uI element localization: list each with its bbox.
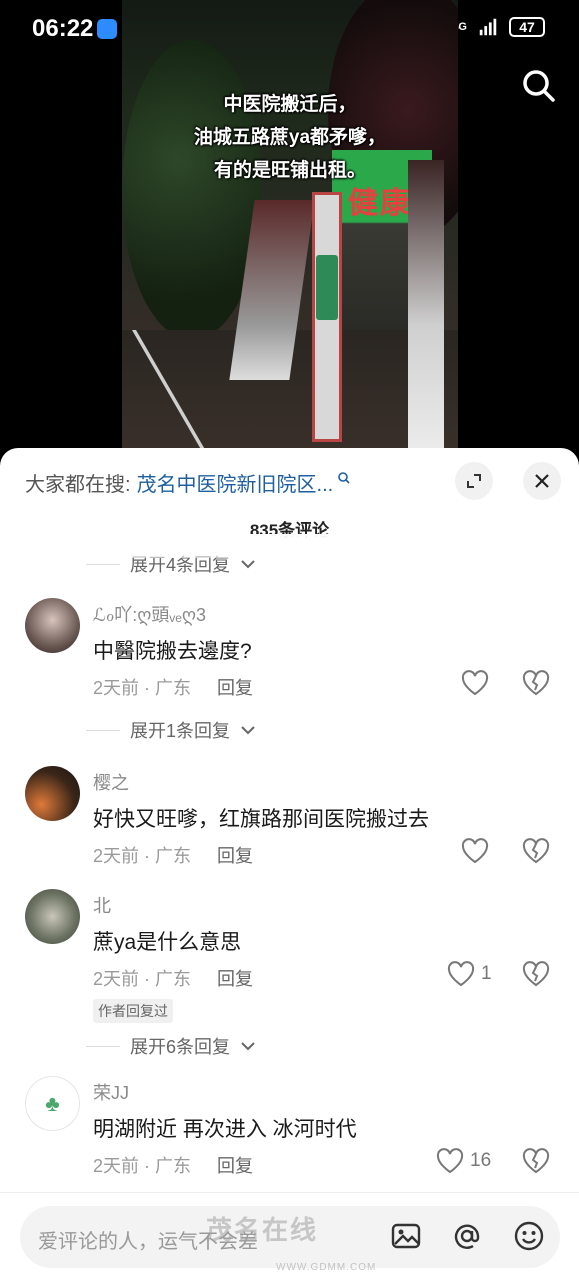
- comment-time: 2天前 · 广东: [93, 846, 192, 866]
- hot-search-label: 大家都在搜:: [25, 474, 131, 496]
- expand-replies-label: 展开6条回复: [130, 1037, 231, 1057]
- divider: [86, 563, 120, 565]
- like-button[interactable]: 1: [447, 961, 492, 987]
- expand-icon: [467, 474, 481, 488]
- comment-author[interactable]: 荣JJ: [93, 1079, 129, 1105]
- heart-icon: [447, 961, 475, 987]
- heart-icon: [461, 838, 489, 864]
- author-replied-badge: 作者回复过: [93, 999, 173, 1023]
- caption-line: 油城五路蔗ya都矛嗲，: [193, 127, 387, 148]
- comment-author[interactable]: 樱之: [93, 769, 129, 795]
- comment-author[interactable]: ℒℴ吖:ღ頭ᵥₑღ3: [93, 601, 206, 627]
- close-icon: [535, 474, 549, 488]
- comment-meta: 2天前 · 广东 回复: [93, 674, 253, 700]
- avatar[interactable]: [25, 598, 80, 653]
- search-icon: [338, 471, 350, 484]
- comment-time: 2天前 · 广东: [93, 969, 192, 989]
- sheet-header: 大家都在搜: 茂名中医院新旧院区...: [0, 448, 579, 518]
- hot-search-bar[interactable]: 大家都在搜: 茂名中医院新旧院区...: [25, 468, 351, 497]
- search-icon[interactable]: [519, 66, 559, 106]
- image-icon[interactable]: [390, 1220, 422, 1252]
- reply-button[interactable]: 回复: [217, 965, 253, 991]
- heart-icon: [461, 670, 489, 696]
- close-button[interactable]: [523, 462, 561, 500]
- avatar[interactable]: [25, 766, 80, 821]
- hot-search-term[interactable]: 茂名中医院新旧院区...: [137, 468, 334, 497]
- comment-author[interactable]: 北: [93, 892, 111, 918]
- dislike-icon[interactable]: [522, 670, 550, 696]
- video-player[interactable]: 健康 中医院搬迁后， 油城五路蔗ya都矛嗲， 有的是旺铺出租。: [122, 0, 458, 460]
- chevron-down-icon: [241, 726, 255, 735]
- video-caption: 中医院搬迁后， 油城五路蔗ya都矛嗲， 有的是旺铺出租。: [122, 88, 458, 187]
- dinosaur-icon: ♣: [45, 1090, 60, 1116]
- expand-sheet-button[interactable]: [455, 462, 493, 500]
- divider: [86, 1045, 120, 1047]
- expand-replies-button[interactable]: 展开1条回复: [86, 717, 256, 743]
- avatar[interactable]: ♣: [25, 1076, 80, 1131]
- comment-meta: 2天前 · 广东 回复: [93, 965, 253, 991]
- comment-text[interactable]: 中醫院搬去邊度?: [93, 635, 252, 665]
- comment-meta: 2天前 · 广东 回复: [93, 1152, 253, 1178]
- mention-icon[interactable]: [451, 1220, 483, 1252]
- dislike-icon[interactable]: [522, 1148, 550, 1174]
- heart-icon: [436, 1148, 464, 1174]
- scroll-fade: [0, 534, 579, 558]
- comment-time: 2天前 · 广东: [93, 678, 192, 698]
- reply-button[interactable]: 回复: [217, 674, 253, 700]
- like-button[interactable]: 16: [436, 1148, 491, 1174]
- reply-button[interactable]: 回复: [217, 842, 253, 868]
- comment-text[interactable]: 好快又旺嗲，红旗路那间医院搬过去: [93, 803, 429, 833]
- comment-time: 2天前 · 广东: [93, 1156, 192, 1176]
- avatar[interactable]: [25, 889, 80, 944]
- like-button[interactable]: [461, 670, 495, 696]
- divider: [86, 729, 120, 731]
- signal-icon-2: [479, 18, 497, 36]
- expand-replies-button[interactable]: 展开6条回复: [86, 1033, 256, 1059]
- dislike-icon[interactable]: [522, 838, 550, 864]
- like-button[interactable]: [461, 838, 495, 864]
- video-street-sign-panel: [316, 255, 338, 320]
- caption-line: 有的是旺铺出租。: [213, 160, 366, 181]
- video-trunk-right: [408, 160, 444, 460]
- dislike-icon[interactable]: [522, 961, 550, 987]
- battery-indicator: 47: [509, 17, 545, 37]
- status-time: 06:22: [32, 15, 94, 42]
- chevron-down-icon: [241, 560, 255, 569]
- comments-sheet: 大家都在搜: 茂名中医院新旧院区... 835条评论 展开4条回复 ℒℴ吖:ღ頭…: [0, 448, 579, 1280]
- expand-replies-label: 展开1条回复: [130, 721, 231, 741]
- divider: [0, 1192, 579, 1193]
- like-count: 16: [470, 1150, 492, 1171]
- like-count: 1: [481, 963, 492, 984]
- chevron-down-icon: [241, 1042, 255, 1051]
- emoji-icon[interactable]: [513, 1220, 545, 1252]
- message-app-icon: [97, 18, 117, 39]
- caption-line: 中医院搬迁后，: [223, 94, 357, 115]
- watermark-url: WWW.GDMM.COM: [276, 1262, 377, 1273]
- comment-meta: 2天前 · 广东 回复: [93, 842, 253, 868]
- reply-button[interactable]: 回复: [217, 1152, 253, 1178]
- watermark-logo: 茂名在线: [206, 1215, 319, 1245]
- comment-text[interactable]: 蔗ya是什么意思: [93, 926, 241, 956]
- comment-text[interactable]: 明湖附近 再次进入 冰河时代: [93, 1113, 357, 1143]
